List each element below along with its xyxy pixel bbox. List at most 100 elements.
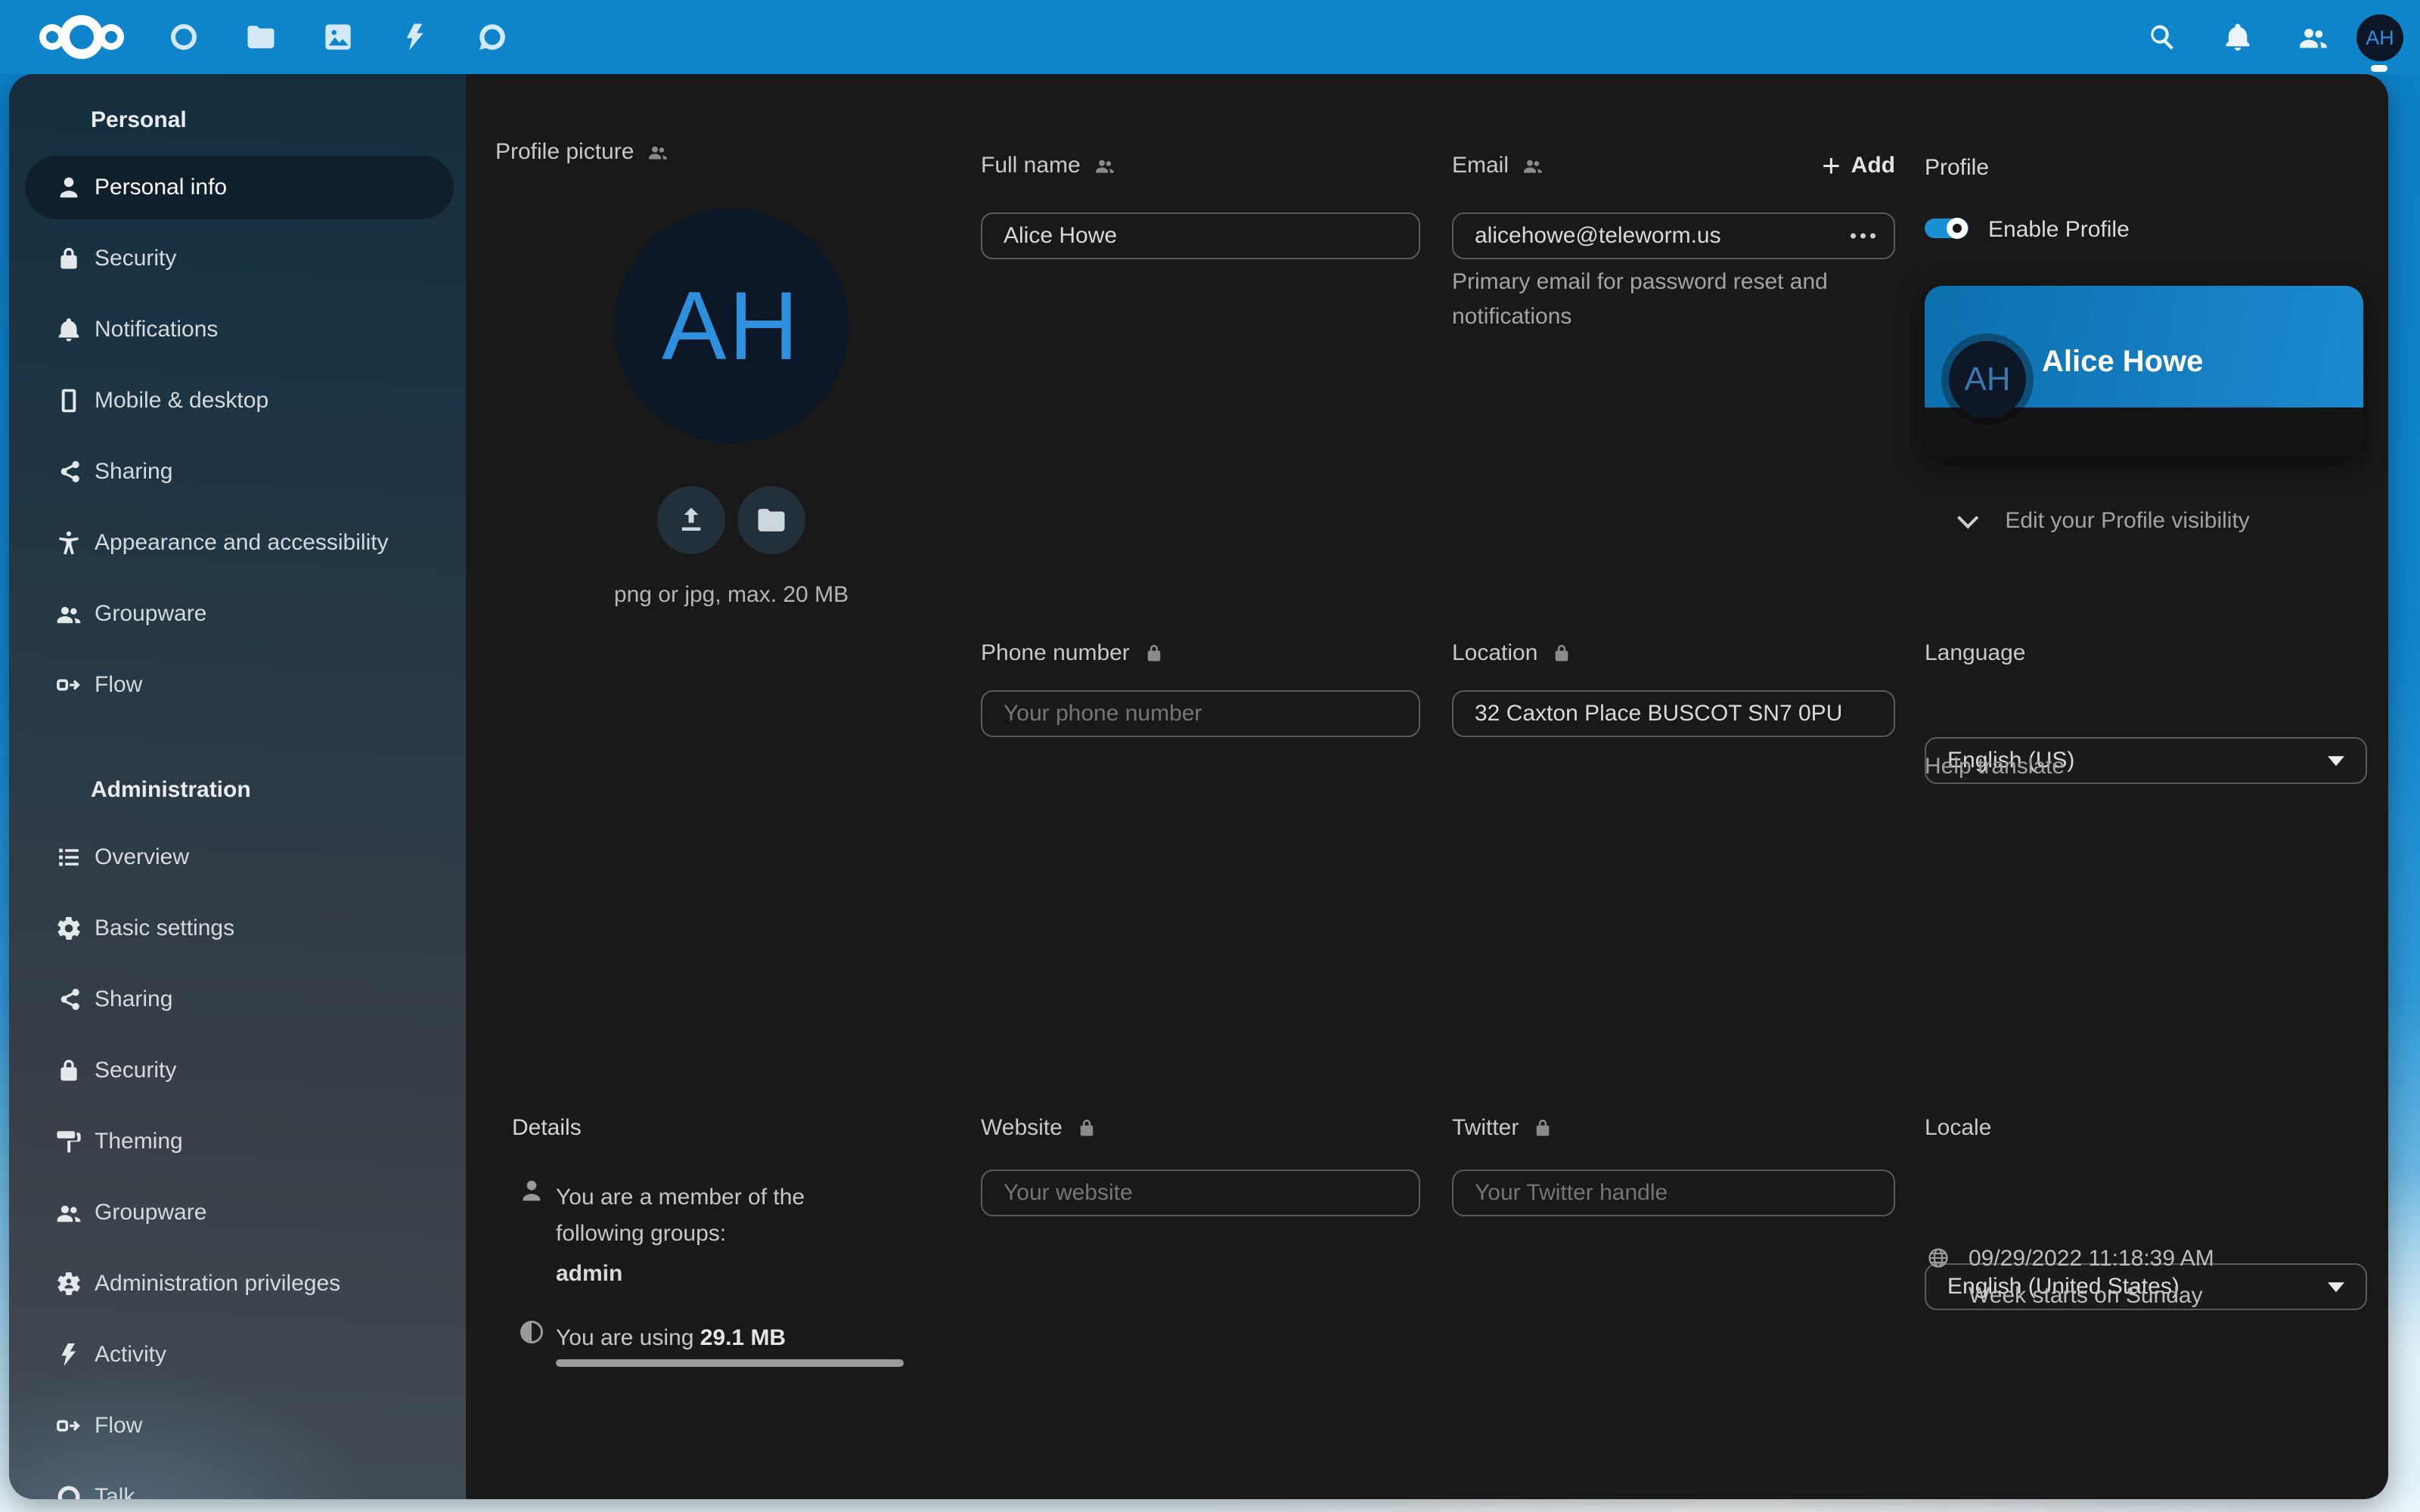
sidebar-item-flow[interactable]: Flow <box>25 1390 454 1461</box>
sidebar-item-personal-info[interactable]: Personal info <box>25 156 454 219</box>
sidebar-item-label: Basic settings <box>95 916 234 941</box>
lightning-icon <box>55 1341 82 1368</box>
quota-progress <box>556 1359 904 1367</box>
scope-lock-icon[interactable] <box>1143 643 1165 664</box>
sidebar-item-label: Security <box>95 246 176 271</box>
contacts-icon[interactable] <box>2297 21 2329 53</box>
profile-picture-label-row: Profile picture <box>495 139 669 165</box>
sidebar-item-groupware[interactable]: Groupware <box>25 1177 454 1248</box>
dashboard-icon[interactable] <box>168 21 200 53</box>
sidebar-item-label: Groupware <box>95 601 206 627</box>
full-name-input[interactable] <box>981 212 1420 259</box>
notifications-bell-icon[interactable] <box>2222 21 2254 53</box>
sidebar-item-overview[interactable]: Overview <box>25 822 454 893</box>
email-field <box>1452 212 1895 259</box>
files-icon[interactable] <box>245 21 277 53</box>
sidebar-item-label: Activity <box>95 1342 166 1368</box>
sidebar-item-label: Sharing <box>95 459 172 485</box>
sidebar-item-basic-settings[interactable]: Basic settings <box>25 893 454 964</box>
profile-picture-label: Profile picture <box>495 139 634 165</box>
sidebar-item-appearance-and-accessibility[interactable]: Appearance and accessibility <box>25 507 454 578</box>
profile-preview-card[interactable]: AH Alice Howe <box>1925 286 2363 457</box>
search-icon[interactable] <box>2146 21 2178 53</box>
top-bar: AH <box>0 0 2420 74</box>
sidebar-item-label: Administration privileges <box>95 1271 340 1297</box>
sidebar-item-label: Mobile & desktop <box>95 388 268 414</box>
list-icon <box>55 844 82 871</box>
groups-membership-text: You are a member of the following groups… <box>556 1179 873 1252</box>
profile-visibility-row[interactable]: Edit your Profile visibility <box>1962 508 2250 534</box>
settings-panel: Personal Personal info Security Notifica… <box>9 74 2388 1499</box>
upload-avatar-button[interactable] <box>657 486 725 554</box>
enable-profile-toggle[interactable] <box>1925 218 1969 238</box>
scope-lock-icon[interactable] <box>1076 1117 1097 1139</box>
language-label-row: Language <box>1925 640 2025 666</box>
profile-heading: Profile <box>1925 155 1989 181</box>
email-input[interactable] <box>1452 212 1895 259</box>
sidebar-section-heading-personal: Personal <box>91 88 466 152</box>
group-name: admin <box>556 1261 622 1287</box>
sidebar-item-activity[interactable]: Activity <box>25 1319 454 1390</box>
sidebar-item-mobile-desktop[interactable]: Mobile & desktop <box>25 365 454 436</box>
sidebar-item-security[interactable]: Security <box>25 1035 454 1106</box>
website-input[interactable] <box>981 1170 1420 1216</box>
full-name-label-row: Full name <box>981 153 1115 178</box>
people-icon <box>55 600 82 627</box>
scope-lock-icon[interactable] <box>1551 643 1572 664</box>
photos-icon[interactable] <box>322 21 354 53</box>
phone-input[interactable] <box>981 690 1420 737</box>
talk-icon <box>55 1483 82 1499</box>
user-status-indicator <box>2371 65 2387 72</box>
email-options-icon[interactable] <box>1851 234 1876 239</box>
share-icon <box>55 986 82 1013</box>
activity-icon[interactable] <box>399 21 431 53</box>
location-input[interactable] <box>1452 690 1895 737</box>
scope-contacts-icon[interactable] <box>647 141 669 163</box>
sidebar-item-groupware[interactable]: Groupware <box>25 578 454 649</box>
website-field <box>981 1170 1420 1216</box>
sidebar-item-label: Talk <box>95 1484 135 1499</box>
sidebar-item-administration-privileges[interactable]: Administration privileges <box>25 1248 454 1319</box>
profile-card-avatar: AH <box>1949 341 2026 418</box>
phone-field <box>981 690 1420 737</box>
user-avatar[interactable]: AH <box>2356 14 2403 61</box>
people-icon <box>55 1199 82 1226</box>
sidebar-item-label: Overview <box>95 844 189 870</box>
details-heading: Details <box>512 1115 582 1141</box>
website-label-row: Website <box>981 1115 1097 1141</box>
select-arrow-icon <box>2328 756 2344 766</box>
chevron-down-icon <box>1957 507 1978 528</box>
scope-lock-icon[interactable] <box>1532 1117 1553 1139</box>
help-translate-link[interactable]: Help translate <box>1925 754 2065 779</box>
sidebar-item-flow[interactable]: Flow <box>25 649 454 720</box>
upload-icon <box>675 504 707 536</box>
share-icon <box>55 458 82 485</box>
choose-from-files-button[interactable] <box>737 486 805 554</box>
email-label-row: Email + Add <box>1452 153 1895 178</box>
sidebar-item-talk[interactable]: Talk <box>25 1461 454 1499</box>
twitter-label: Twitter <box>1452 1115 1519 1141</box>
quota-icon <box>518 1318 545 1346</box>
add-email-button[interactable]: + Add <box>1822 153 1895 178</box>
sidebar-item-security[interactable]: Security <box>25 223 454 294</box>
scope-contacts-icon[interactable] <box>1522 155 1544 176</box>
twitter-input[interactable] <box>1452 1170 1895 1216</box>
website-label: Website <box>981 1115 1063 1141</box>
gear-user-icon <box>55 1270 82 1297</box>
phone-label-row: Phone number <box>981 640 1165 666</box>
roller-icon <box>55 1128 82 1155</box>
personal-info-content: Profile picture AH png or jpg, max. 20 M… <box>466 74 2388 1499</box>
sidebar-item-notifications[interactable]: Notifications <box>25 294 454 365</box>
talk-icon[interactable] <box>476 21 508 53</box>
locale-datetime: 09/29/2022 11:18:39 AM <box>1969 1246 2214 1272</box>
sidebar-item-sharing[interactable]: Sharing <box>25 436 454 507</box>
edit-profile-visibility-link[interactable]: Edit your Profile visibility <box>2005 508 2249 533</box>
sidebar-item-label: Flow <box>95 672 142 698</box>
sidebar-item-theming[interactable]: Theming <box>25 1106 454 1177</box>
sidebar-item-sharing[interactable]: Sharing <box>25 964 454 1035</box>
plus-icon: + <box>1822 154 1841 177</box>
avatar-hint: png or jpg, max. 20 MB <box>591 582 871 608</box>
nextcloud-logo-icon[interactable] <box>39 15 124 59</box>
scope-contacts-icon[interactable] <box>1094 155 1115 176</box>
profile-card-name: Alice Howe <box>2042 345 2203 379</box>
